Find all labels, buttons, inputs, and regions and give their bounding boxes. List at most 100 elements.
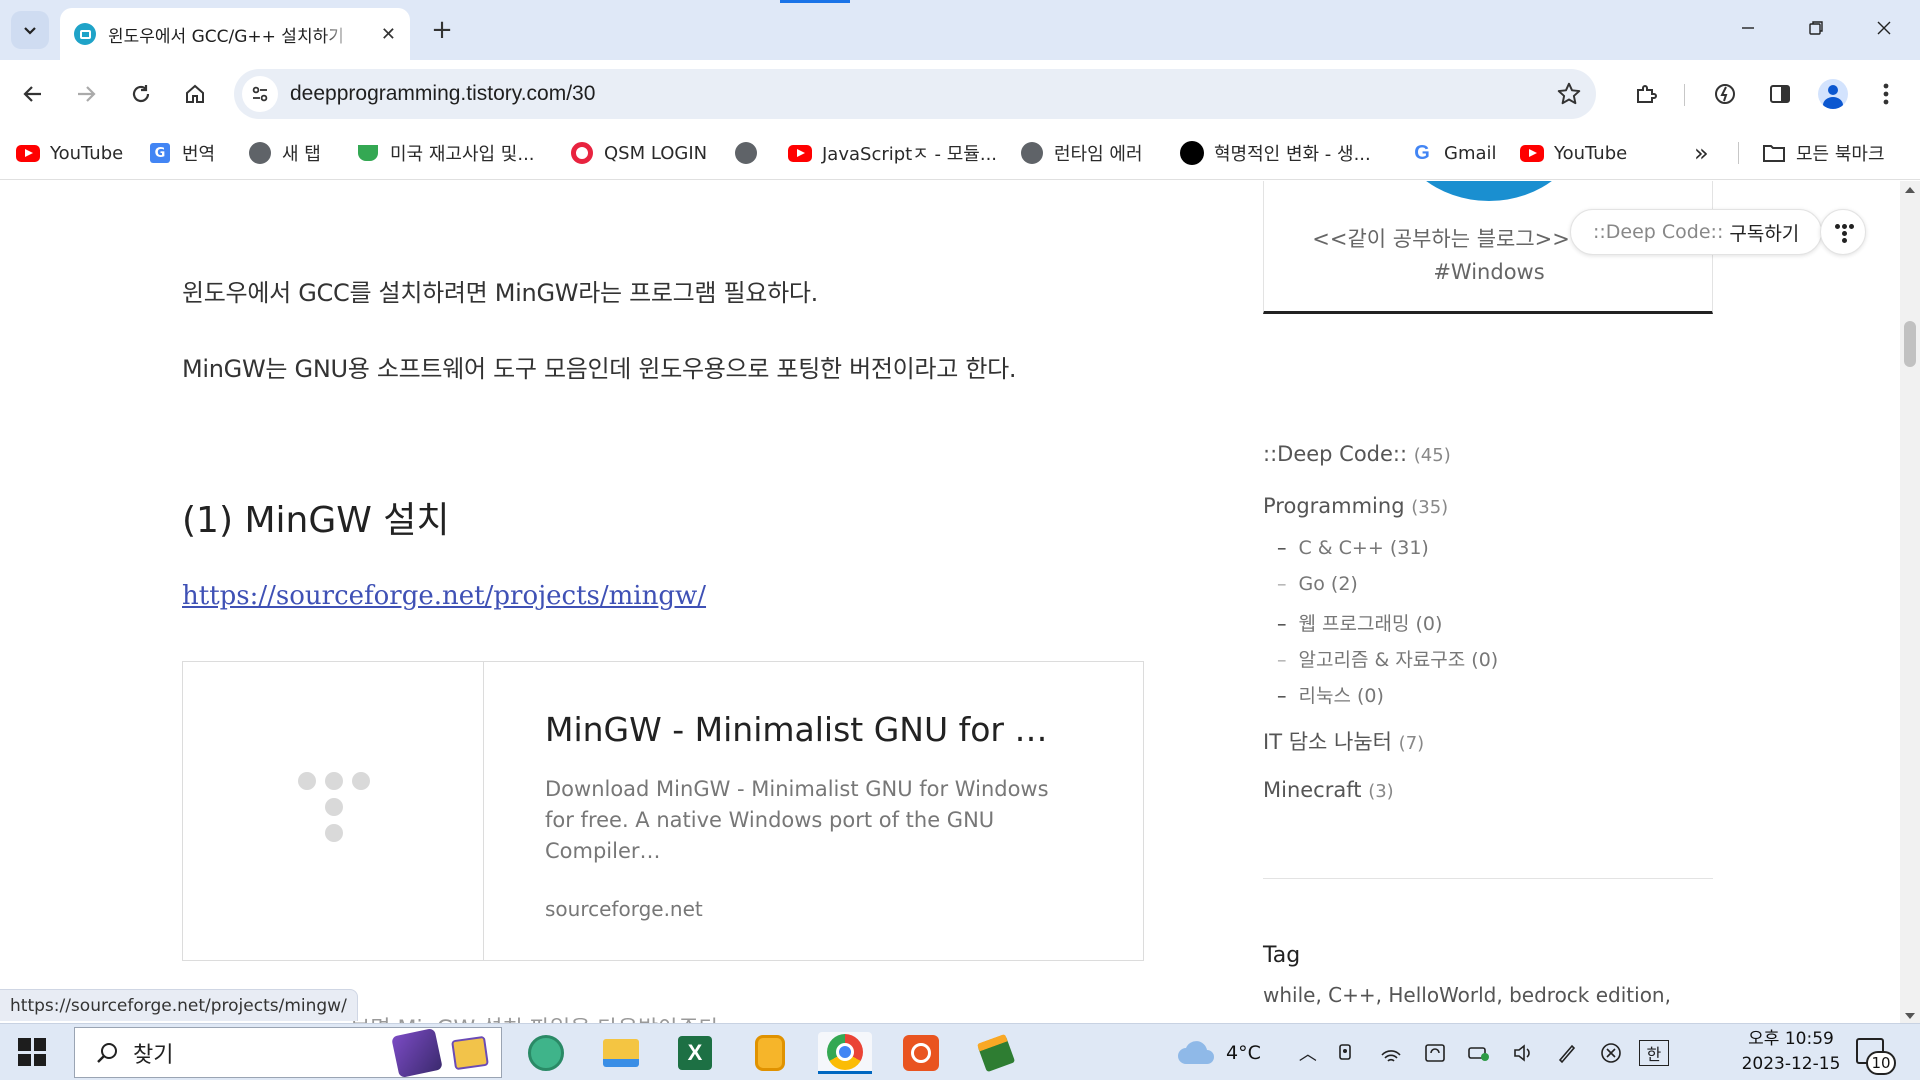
speedometer-icon	[1715, 84, 1735, 104]
bookmark-runtime-error[interactable]: 런타임 에러	[1020, 138, 1143, 168]
section-heading: (1) MinGW 설치	[182, 500, 450, 541]
qsm-icon	[570, 141, 594, 165]
volume-icon[interactable]	[1501, 1043, 1545, 1063]
scroll-up-arrow-icon[interactable]	[1905, 187, 1915, 193]
google-icon: G	[1414, 141, 1430, 164]
tag-list[interactable]: while, C++, HelloWorld, bedrock edition,	[1263, 983, 1671, 1007]
post-paragraph: MinGW는 GNU용 소프트웨어 도구 모음인데 윈도우용으로 포팅한 버전이…	[182, 355, 1017, 383]
globe-icon	[734, 141, 758, 165]
tistory-favicon-icon	[74, 23, 96, 45]
url-text[interactable]: deepprogramming.tistory.com/30	[290, 82, 595, 106]
chrome-taskbar-icon[interactable]	[818, 1032, 872, 1074]
subcategory-linux[interactable]: – 리눅스 (0)	[1277, 681, 1384, 708]
bookmark-javascript[interactable]: JavaScriptㅈ - 모듈...	[788, 138, 997, 168]
ubuntu-icon[interactable]	[900, 1032, 942, 1074]
chevron-up-icon[interactable]: ︿	[1291, 1040, 1325, 1066]
category-minecraft[interactable]: Minecraft (3)	[1263, 778, 1394, 802]
address-bar[interactable]: deepprogramming.tistory.com/30	[234, 69, 1596, 119]
sync-icon[interactable]	[1413, 1043, 1457, 1063]
home-button[interactable]	[175, 74, 215, 114]
notification-count-badge[interactable]: 10	[1866, 1051, 1896, 1075]
page-scrollbar[interactable]	[1900, 181, 1920, 1023]
toolbar-separator	[1684, 84, 1685, 106]
cloud-weather-icon[interactable]	[1176, 1040, 1216, 1066]
card-description: Download MinGW - Minimalist GNU for Wind…	[545, 777, 1049, 863]
extensions-button[interactable]	[1626, 74, 1666, 114]
category-it-talk[interactable]: IT 담소 나눔터 (7)	[1263, 726, 1424, 756]
subcategory-go[interactable]: – Go (2)	[1277, 573, 1358, 595]
scroll-down-arrow-icon[interactable]	[1905, 1013, 1915, 1019]
category-programming[interactable]: Programming (35)	[1263, 494, 1448, 518]
arrow-left-icon	[23, 86, 41, 102]
site-info-button[interactable]	[242, 76, 278, 112]
bookmark-revolution[interactable]: 혁명적인 변화 - 생...	[1180, 138, 1371, 168]
windows-start-icon[interactable]	[18, 1038, 46, 1066]
bookmark-new-tab[interactable]: 새 탭	[248, 138, 321, 168]
snipping-tool-icon[interactable]	[975, 1032, 1017, 1074]
tab-search-button[interactable]	[11, 11, 49, 49]
reload-icon	[132, 85, 150, 103]
chrome-menu-button[interactable]	[1866, 74, 1906, 114]
blog-menu-button[interactable]	[1820, 209, 1866, 255]
file-explorer-icon[interactable]	[600, 1032, 642, 1074]
status-bar-url: https://sourceforge.net/projects/mingw/	[0, 989, 358, 1021]
translate-icon: G	[148, 141, 172, 165]
subscribe-button[interactable]: ::Deep Code:: 구독하기	[1570, 209, 1823, 255]
sourceforge-link[interactable]: https://sourceforge.net/projects/mingw/	[182, 581, 706, 611]
bookmarks-separator	[1738, 142, 1739, 164]
bookmark-qsm-login[interactable]: QSM LOGIN	[570, 138, 707, 168]
youtube-icon	[16, 141, 40, 165]
chevron-down-icon	[24, 27, 36, 35]
pen-icon[interactable]	[1545, 1042, 1589, 1064]
globe-icon	[1020, 141, 1044, 165]
bookmark-us-stock[interactable]: 미국 재고사입 및...	[356, 138, 535, 168]
reload-button[interactable]	[121, 74, 161, 114]
bookmarks-overflow-button[interactable]: »	[1694, 138, 1709, 168]
youtube-icon	[788, 141, 812, 165]
weather-temperature[interactable]: 4°C	[1226, 1042, 1261, 1064]
bookmark-star-icon[interactable]	[1556, 81, 1582, 111]
bookmark-translate[interactable]: G 번역	[148, 138, 215, 168]
tag-section-title: Tag	[1263, 943, 1301, 968]
performance-button[interactable]	[1705, 74, 1745, 114]
link-preview-card[interactable]: MinGW - Minimalist GNU for Windows Downl…	[182, 661, 1144, 961]
close-window-icon[interactable]	[1870, 14, 1898, 42]
page-content: 윈도우에서 GCC를 설치하려면 MinGW라는 프로그램 필요하다. MinG…	[0, 181, 1900, 1023]
card-domain: sourceforge.net	[545, 897, 703, 921]
ime-indicator[interactable]: 한	[1638, 1039, 1669, 1066]
back-button[interactable]	[13, 74, 53, 114]
scrollbar-thumb[interactable]	[1904, 321, 1916, 367]
battery-icon[interactable]	[1457, 1043, 1501, 1063]
folder-icon	[1762, 141, 1786, 165]
notes-app-icon[interactable]	[749, 1032, 791, 1074]
forward-button[interactable]	[66, 74, 106, 114]
subcategory-c-cpp[interactable]: – C & C++ (31)	[1277, 537, 1429, 559]
search-highlight-icon	[391, 1027, 443, 1079]
category-deep-code[interactable]: ::Deep Code:: (45)	[1263, 442, 1451, 466]
post-paragraph-partial: 보면 MinGW 설치 파일을 다운받아준다	[350, 1011, 719, 1023]
post-paragraph: 윈도우에서 GCC를 설치하려면 MinGW라는 프로그램 필요하다.	[182, 279, 818, 307]
new-tab-button[interactable]: +	[424, 12, 460, 48]
taskbar-search-box[interactable]: 찾기	[74, 1027, 502, 1079]
bookmark-youtube-2[interactable]: YouTube	[1520, 138, 1627, 168]
close-circle-icon[interactable]	[1589, 1042, 1633, 1064]
bookmark-youtube-1[interactable]: YouTube	[16, 138, 123, 168]
minimize-icon[interactable]	[1734, 14, 1762, 42]
camera-icon[interactable]	[1325, 1043, 1369, 1063]
wifi-icon[interactable]	[1369, 1043, 1413, 1063]
taskbar-clock[interactable]: 오후 10:59 2023-12-15	[1736, 1027, 1846, 1077]
all-bookmarks-button[interactable]: 모든 북마크	[1762, 138, 1885, 168]
restore-icon[interactable]	[1802, 14, 1830, 42]
profile-button[interactable]	[1813, 74, 1853, 114]
puzzle-icon	[1637, 85, 1657, 103]
bookmark-globe[interactable]	[734, 138, 768, 168]
tab-close-icon[interactable]: ✕	[381, 24, 396, 45]
subcategory-algorithm[interactable]: – 알고리즘 & 자료구조 (0)	[1277, 645, 1498, 672]
bookmark-gmail[interactable]: G Gmail	[1410, 138, 1496, 168]
side-panel-button[interactable]	[1760, 74, 1800, 114]
atom-app-icon[interactable]	[525, 1032, 567, 1074]
active-tab[interactable]: 윈도우에서 GCC/G++ 설치하기 ✕	[60, 8, 410, 60]
sidebar-divider	[1263, 878, 1713, 879]
subcategory-web[interactable]: – 웹 프로그래밍 (0)	[1277, 609, 1442, 636]
excel-icon[interactable]: X	[674, 1032, 716, 1074]
